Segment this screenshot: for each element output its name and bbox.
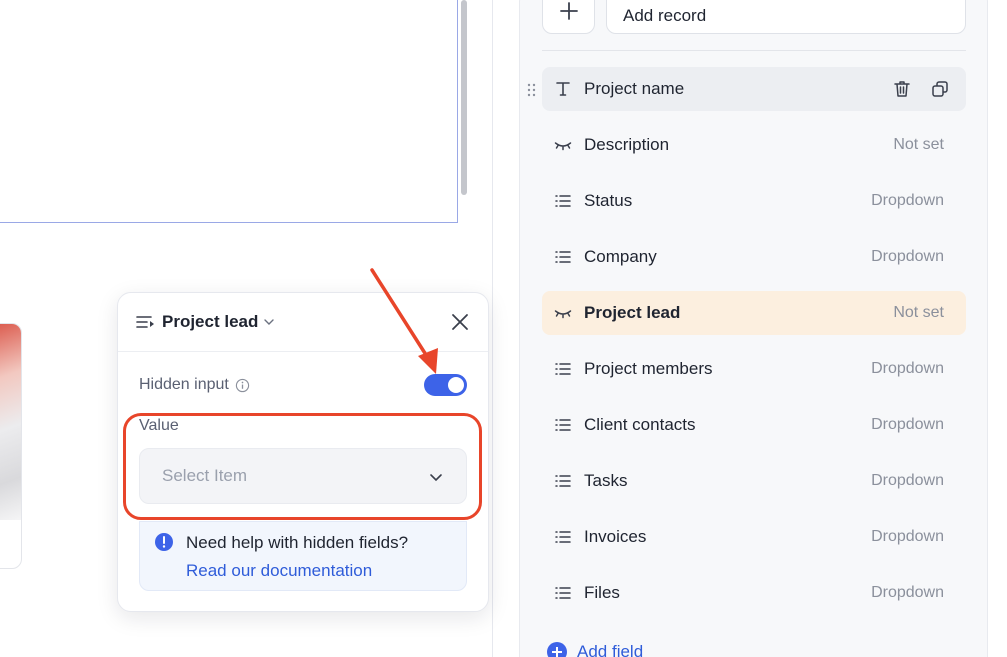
list-icon: [555, 475, 571, 487]
field-name: Status: [584, 191, 633, 210]
popover-title[interactable]: Project lead: [162, 312, 258, 332]
field-name: Project name: [584, 79, 685, 98]
select-placeholder: Select Item: [162, 466, 248, 485]
field-row-status[interactable]: Status Dropdown: [542, 179, 966, 223]
field-type-icon: [136, 316, 154, 328]
field-type: Dropdown: [871, 192, 944, 209]
field-type: Dropdown: [871, 472, 944, 489]
popover-header: Project lead: [118, 293, 488, 352]
add-record-button[interactable]: Add record: [606, 0, 966, 34]
close-icon[interactable]: [450, 312, 470, 332]
field-type: Dropdown: [871, 360, 944, 377]
selected-form-block[interactable]: [0, 0, 458, 223]
help-callout: Need help with hidden fields? Read our d…: [139, 521, 467, 591]
image-card[interactable]: [0, 323, 22, 569]
value-label: Value: [139, 417, 179, 434]
trash-icon[interactable]: [892, 79, 912, 99]
field-row-files[interactable]: Files Dropdown: [542, 571, 966, 615]
field-type: Not set: [893, 304, 944, 321]
list-icon: [555, 531, 571, 543]
hidden-input-row: Hidden input: [139, 372, 467, 398]
field-name: Tasks: [584, 471, 628, 490]
list-icon: [555, 587, 571, 599]
field-row-company[interactable]: Company Dropdown: [542, 235, 966, 279]
field-type: Dropdown: [871, 416, 944, 433]
field-name: Client contacts: [584, 415, 696, 434]
image-thumbnail: [0, 324, 21, 520]
scrollbar[interactable]: [461, 0, 467, 195]
field-row-client-contacts[interactable]: Client contacts Dropdown: [542, 403, 966, 447]
field-row-tasks[interactable]: Tasks Dropdown: [542, 459, 966, 503]
duplicate-icon[interactable]: [930, 79, 950, 99]
eye-closed-icon: [554, 310, 572, 319]
alert-icon: [155, 533, 173, 551]
field-name: Description: [584, 135, 670, 154]
field-name: Project members: [584, 359, 713, 378]
help-title: Need help with hidden fields?: [186, 533, 409, 552]
field-name: Invoices: [584, 527, 647, 546]
documentation-link[interactable]: Read our documentation: [186, 560, 452, 582]
info-icon[interactable]: [235, 378, 250, 393]
field-type: Dropdown: [871, 248, 944, 265]
divider: [542, 50, 966, 51]
chevron-down-icon[interactable]: [263, 316, 275, 328]
field-name: Company: [584, 247, 657, 266]
list-icon: [555, 251, 571, 263]
field-row-project-name[interactable]: Project name: [542, 67, 966, 111]
list-icon: [555, 363, 571, 375]
field-type: Not set: [893, 136, 944, 153]
field-row-invoices[interactable]: Invoices Dropdown: [542, 515, 966, 559]
field-name: Files: [584, 583, 620, 602]
add-record-plus-button[interactable]: [542, 0, 595, 34]
drag-handle-icon[interactable]: [527, 83, 537, 97]
eye-closed-icon: [554, 142, 572, 151]
list-icon: [555, 419, 571, 431]
plus-icon: [559, 2, 578, 20]
hidden-input-label: Hidden input: [139, 376, 229, 393]
hidden-input-toggle[interactable]: [424, 374, 467, 396]
field-row-project-members[interactable]: Project members Dropdown: [542, 347, 966, 391]
text-icon: [556, 82, 570, 96]
field-row-description[interactable]: Description Not set: [542, 123, 966, 167]
field-type: Dropdown: [871, 584, 944, 601]
toggle-knob: [448, 377, 464, 393]
add-field-button[interactable]: Add field: [547, 642, 643, 657]
chevron-down-icon: [430, 474, 442, 482]
row-actions: [892, 79, 950, 99]
value-select[interactable]: Select Item: [139, 448, 467, 504]
plus-circle-icon: [547, 642, 567, 657]
field-type: Dropdown: [871, 528, 944, 545]
add-field-label: Add field: [577, 642, 644, 657]
field-name: Project lead: [584, 303, 681, 322]
list-icon: [555, 195, 571, 207]
field-row-project-lead[interactable]: Project lead Not set: [542, 291, 966, 335]
field-settings-popover: Project lead Hidden input Value Select I…: [117, 292, 489, 612]
